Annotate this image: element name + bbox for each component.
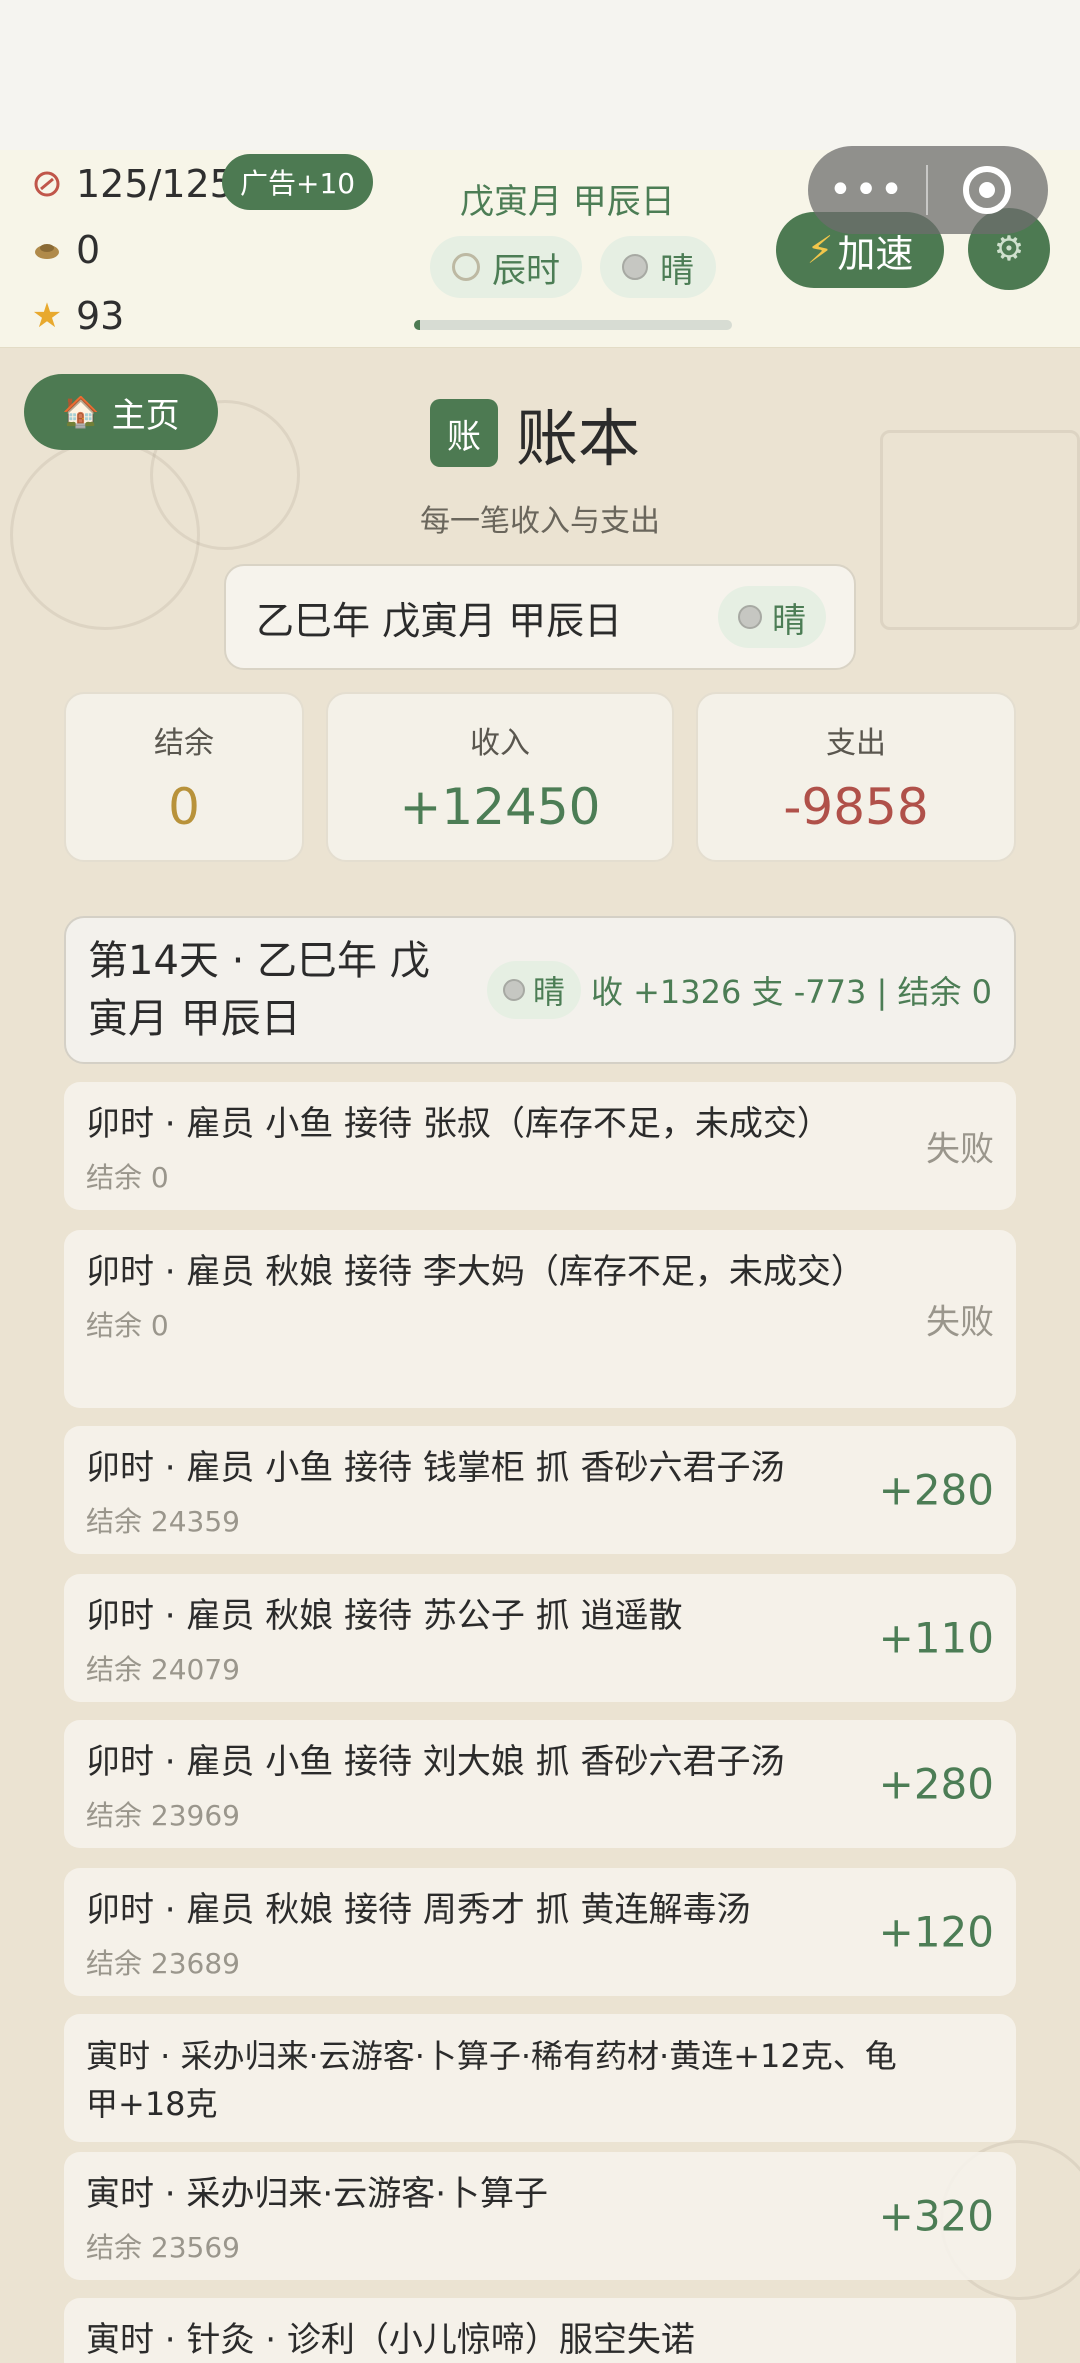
gear-icon: ⚙ xyxy=(993,229,1025,269)
record-result: +280 xyxy=(878,1759,994,1809)
record-text: 卯时 · 雇员 小鱼 接待 钱掌柜 抓 香砂六君子汤 xyxy=(86,1448,785,1488)
top-blank-area xyxy=(0,0,1080,150)
record-balance: 结余 0 xyxy=(86,1161,169,1194)
balance-label: 结余 xyxy=(154,726,214,761)
target-icon xyxy=(963,166,1011,214)
income-card: 收入 +12450 xyxy=(326,692,674,862)
day-title: 第14天 · 乙巳年 戊寅月 甲辰日 xyxy=(88,938,430,1042)
record-text: 卯时 · 雇员 秋娘 接待 周秀才 抓 黄连解毒汤 xyxy=(86,1890,751,1930)
record-balance: 结余 23569 xyxy=(86,2231,240,2264)
day-weather-chip: 晴 xyxy=(486,961,581,1019)
balance-value: 0 xyxy=(168,778,200,836)
ledger-record: 寅时 · 针灸 · 诊利（小儿惊啼）服空失诺 xyxy=(64,2298,1016,2363)
record-text: 卯时 · 雇员 小鱼 接待 张叔（库存不足，未成交） xyxy=(86,1104,831,1144)
ad-bonus-button[interactable]: 广告+10 xyxy=(222,154,374,210)
weather-chip[interactable]: 晴 xyxy=(600,236,716,298)
weather-chip-label: 晴 xyxy=(660,250,694,291)
ledger-record: 卯时 · 雇员 秋娘 接待 苏公子 抓 逍遥散 结余 24079 +110 xyxy=(64,1574,1016,1702)
page-header: 账 账本 xyxy=(430,388,640,478)
stars-value: 93 xyxy=(76,294,125,338)
day-stats: 收 +1326 支 -773 | 结余 0 xyxy=(590,973,992,1011)
record-balance: 结余 23969 xyxy=(86,1799,240,1832)
home-button[interactable]: 🏠 主页 xyxy=(24,374,218,450)
record-result: +110 xyxy=(878,1613,994,1663)
coins-stat: 0 xyxy=(30,228,100,272)
record-result: +320 xyxy=(878,2191,994,2241)
record-balance: 结余 24359 xyxy=(86,1505,240,1538)
expense-card: 支出 -9858 xyxy=(696,692,1016,862)
page-subtitle: 每一笔收入与支出 xyxy=(420,504,660,539)
ledger-record: 卯时 · 雇员 秋娘 接待 周秀才 抓 黄连解毒汤 结余 23689 +120 xyxy=(64,1868,1016,1996)
time-progress-fill xyxy=(414,320,421,330)
day-weather-label: 晴 xyxy=(532,973,565,1011)
record-result: 失败 xyxy=(926,1302,994,1343)
star-icon: ★ xyxy=(31,296,63,336)
ledger-record: 卯时 · 雇员 秋娘 接待 李大妈（库存不足，未成交） 结余 0 失败 xyxy=(64,1230,1016,1408)
day-header[interactable]: 第14天 · 乙巳年 戊寅月 甲辰日 晴 收 +1326 支 -773 | 结余… xyxy=(64,916,1016,1064)
expense-value: -9858 xyxy=(783,778,929,836)
time-progress-bar xyxy=(414,320,732,330)
house-icon: 🏠 xyxy=(62,394,100,430)
income-label: 收入 xyxy=(470,726,530,761)
record-text: 寅时 · 采办归来·云游客·卜算子·稀有药材·黄连+12克、龟甲+18克 xyxy=(86,2037,897,2123)
income-value: +12450 xyxy=(399,778,601,836)
weather-icon xyxy=(502,979,525,1001)
energy-stat: 125/125 xyxy=(30,162,234,206)
ledger-record: 卯时 · 雇员 小鱼 接待 张叔（库存不足，未成交） 结余 0 失败 xyxy=(64,1082,1016,1210)
energy-icon xyxy=(30,167,64,201)
balance-card: 结余 0 xyxy=(64,692,304,862)
record-balance: 结余 0 xyxy=(86,1309,169,1342)
current-date: 戊寅月 甲辰日 xyxy=(460,182,675,222)
coin-pouch-icon xyxy=(30,233,64,267)
energy-value: 125/125 xyxy=(76,162,234,206)
home-label: 主页 xyxy=(111,395,180,436)
ledger-record: 卯时 · 雇员 小鱼 接待 钱掌柜 抓 香砂六君子汤 结余 24359 +280 xyxy=(64,1426,1016,1554)
record-text: 寅时 · 采办归来·云游客·卜算子 xyxy=(86,2174,549,2214)
lightning-icon: ⚡ xyxy=(806,228,834,272)
date-weather-chip: 晴 xyxy=(718,586,826,648)
ledger-record: 寅时 · 采办归来·云游客·卜算子 结余 23569 +320 xyxy=(64,2152,1016,2280)
more-menu-button[interactable]: ••• xyxy=(808,167,926,213)
expense-label: 支出 xyxy=(826,726,886,761)
weather-icon xyxy=(622,254,648,280)
date-weather-label: 晴 xyxy=(772,600,806,641)
weather-icon xyxy=(738,605,762,629)
stars-stat: ★ 93 xyxy=(30,294,125,338)
ledger-badge-icon: 账 xyxy=(430,399,498,467)
day-summary: 晴 收 +1326 支 -773 | 结余 0 xyxy=(486,961,992,1019)
record-result: +280 xyxy=(878,1465,994,1515)
time-chip[interactable]: 辰时 xyxy=(430,236,582,298)
ledger-record: 寅时 · 采办归来·云游客·卜算子·稀有药材·黄连+12克、龟甲+18克 xyxy=(64,2014,1016,2142)
ledger-record: 卯时 · 雇员 小鱼 接待 刘大娘 抓 香砂六君子汤 结余 23969 +280 xyxy=(64,1720,1016,1848)
record-result: 失败 xyxy=(926,1129,994,1170)
clock-icon xyxy=(452,253,480,281)
close-miniprogram-button[interactable] xyxy=(928,166,1046,214)
record-balance: 结余 23689 xyxy=(86,1947,240,1980)
record-balance: 结余 24079 xyxy=(86,1653,240,1686)
miniprogram-capsule: ••• xyxy=(808,146,1048,234)
page-title: 账本 xyxy=(516,402,641,475)
record-result: +120 xyxy=(878,1907,994,1957)
record-text: 寅时 · 针灸 · 诊利（小儿惊啼）服空失诺 xyxy=(86,2320,695,2360)
record-text: 卯时 · 雇员 小鱼 接待 刘大娘 抓 香砂六君子汤 xyxy=(86,1742,785,1782)
date-selector-text: 乙巳年 戊寅月 甲辰日 xyxy=(256,598,623,643)
record-text: 卯时 · 雇员 秋娘 接待 李大妈（库存不足，未成交） xyxy=(86,1252,865,1292)
time-chip-label: 辰时 xyxy=(492,250,560,291)
coins-value: 0 xyxy=(76,228,101,272)
date-selector[interactable]: 乙巳年 戊寅月 甲辰日 晴 xyxy=(224,564,856,670)
record-text: 卯时 · 雇员 秋娘 接待 苏公子 抓 逍遥散 xyxy=(86,1596,683,1636)
